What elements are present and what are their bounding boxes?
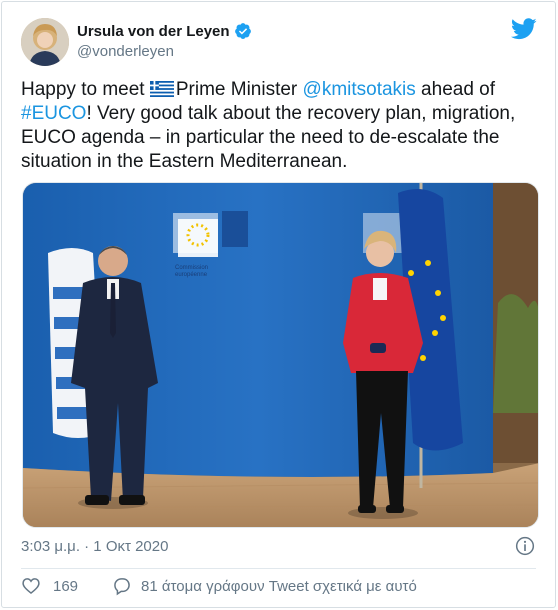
reply-count-text: 81 άτομα γράφουν Tweet σχετικά με αυτό bbox=[141, 577, 417, 595]
hashtag-link[interactable]: #EUCO bbox=[21, 103, 86, 124]
like-count: 169 bbox=[53, 577, 79, 595]
mention-link[interactable]: @kmitsotakis bbox=[303, 79, 416, 100]
tweet-actions: 169 81 άτομα γράφουν Tweet σχετικά με αυ… bbox=[21, 576, 417, 596]
twitter-bird-icon[interactable] bbox=[511, 18, 537, 40]
tweet-text-part: ! Very good talk about the recovery plan… bbox=[21, 103, 516, 172]
info-icon[interactable] bbox=[515, 536, 535, 556]
reply-button[interactable]: 81 άτομα γράφουν Tweet σχετικά με αυτό bbox=[112, 576, 417, 596]
tweet-text-part: ahead of bbox=[415, 79, 496, 100]
sign-line-1: Commission bbox=[175, 265, 208, 271]
tweet-text-part: Happy to meet bbox=[21, 79, 150, 100]
photo-illustration: Commission européenne bbox=[23, 183, 538, 527]
divider bbox=[21, 568, 536, 569]
heart-icon bbox=[22, 578, 40, 595]
plant bbox=[493, 294, 538, 413]
sign-line-2: européenne bbox=[175, 272, 208, 278]
avatar[interactable] bbox=[21, 18, 69, 66]
tweet-text-part: Prime Minister bbox=[175, 79, 303, 100]
user-handle[interactable]: @vonderleyen bbox=[77, 43, 174, 60]
tweet-header: Ursula von der Leyen @vonderleyen bbox=[21, 18, 541, 66]
tweet-timestamp[interactable]: 3:03 μ.μ. · 1 Οκτ 2020 bbox=[21, 538, 168, 555]
like-button[interactable]: 169 bbox=[21, 576, 112, 596]
greece-flag-icon bbox=[149, 81, 174, 97]
tweet-card: Ursula von der Leyen @vonderleyen Happy … bbox=[1, 1, 556, 608]
tweet-text: Happy to meet Prime Minister @kmitsotaki… bbox=[21, 78, 541, 174]
verified-badge-icon bbox=[234, 23, 251, 39]
reply-bubble-icon bbox=[114, 578, 130, 596]
tweet-photo[interactable]: Commission européenne bbox=[22, 182, 539, 528]
display-name[interactable]: Ursula von der Leyen bbox=[77, 23, 230, 40]
